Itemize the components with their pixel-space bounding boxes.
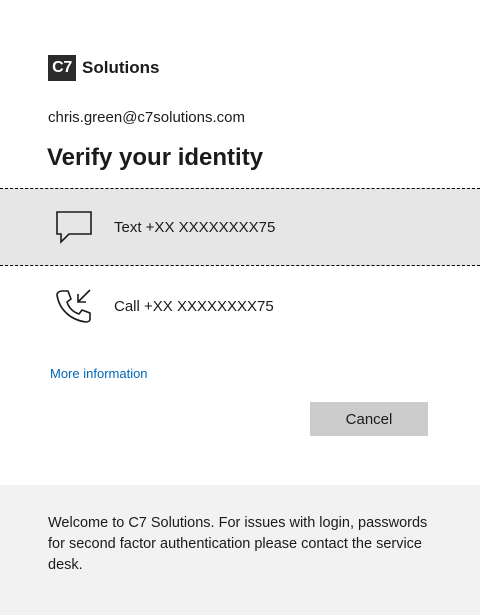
verify-method-text[interactable]: Text +XX XXXXXXXX75 [0,188,480,266]
verify-method-call-label: Call +XX XXXXXXXX75 [114,297,274,315]
page-title: Verify your identity [47,144,264,171]
account-email: chris.green@c7solutions.com [48,109,245,126]
sms-chat-icon [52,207,96,247]
footer-panel: Welcome to C7 Solutions. For issues with… [0,485,480,615]
cancel-button[interactable]: Cancel [310,402,428,436]
footer-text: Welcome to C7 Solutions. For issues with… [48,515,428,573]
verify-method-text-label: Text +XX XXXXXXXX75 [114,218,276,236]
phone-call-icon [52,286,96,326]
logo-text: Solutions [82,58,160,77]
verify-method-call[interactable]: Call +XX XXXXXXXX75 [0,267,480,345]
logo-mark: C7 [48,55,76,81]
more-information-link[interactable]: More information [50,366,148,381]
company-logo: C7 Solutions [48,55,159,81]
